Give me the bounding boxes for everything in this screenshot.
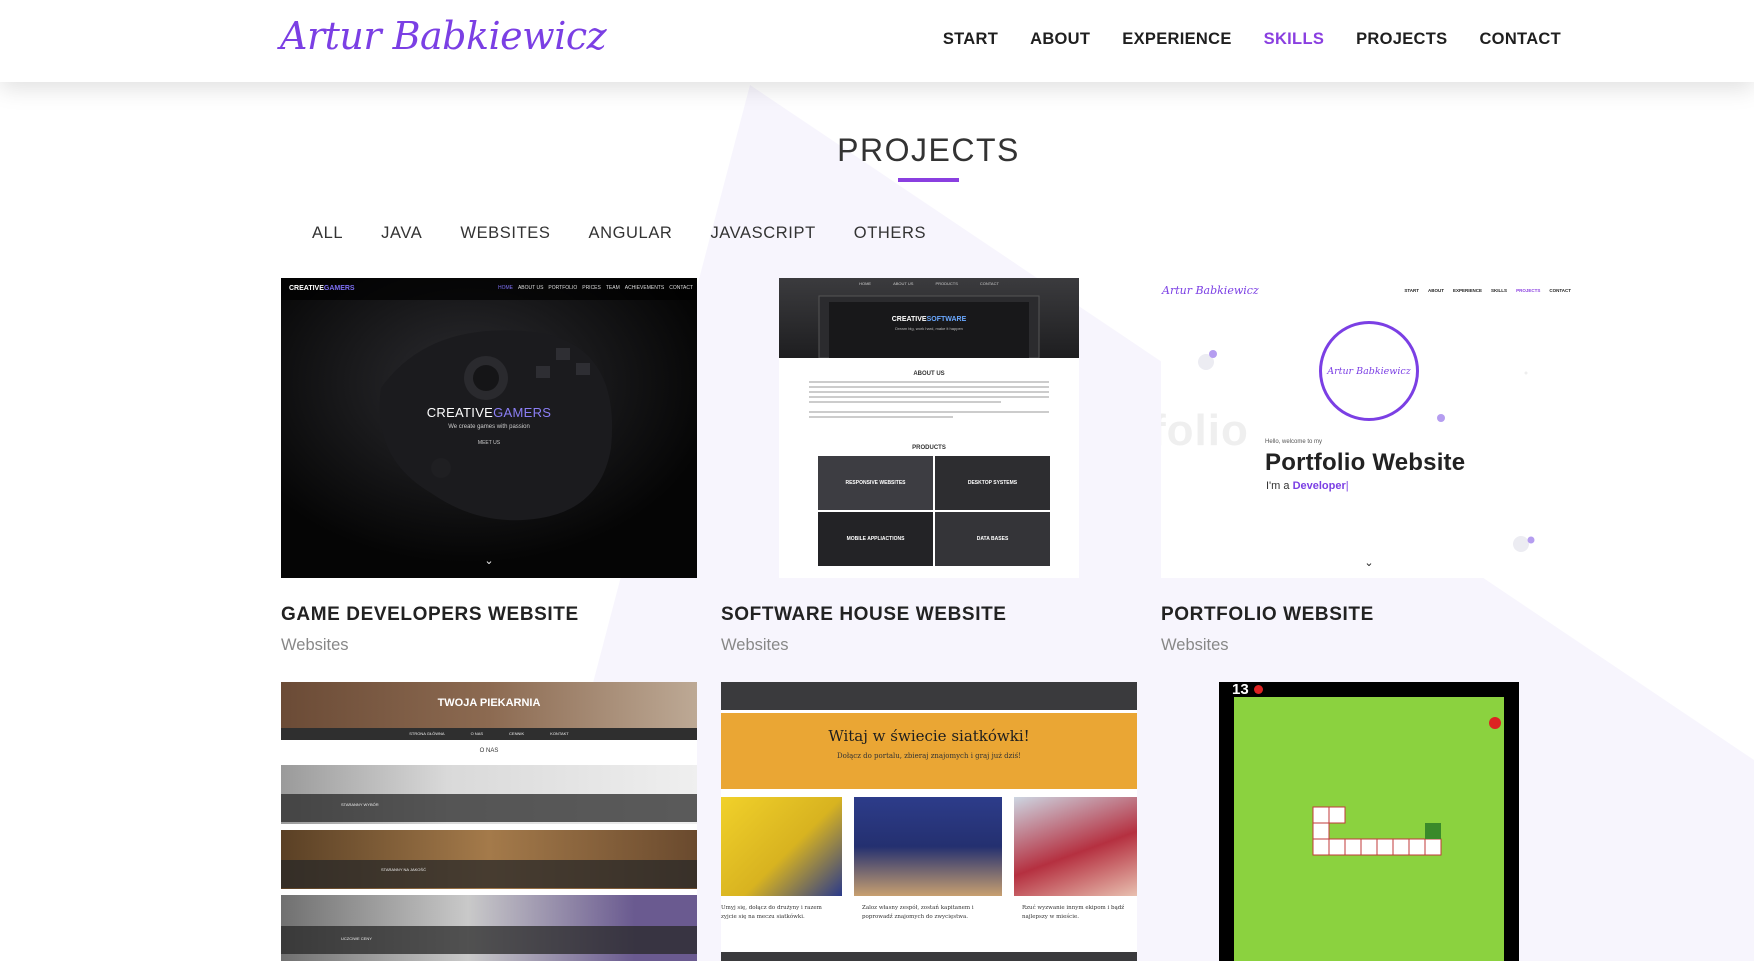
project-thumbnail-snake-game[interactable]: 13 — [1219, 682, 1519, 961]
preview-brand: CREATIVEGAMERS — [289, 285, 355, 292]
preview-photo-1 — [721, 797, 842, 896]
main-nav: START ABOUT EXPERIENCE SKILLS PROJECTS C… — [911, 30, 1561, 49]
nav-about[interactable]: ABOUT — [1030, 30, 1090, 49]
nav-skills[interactable]: SKILLS — [1264, 30, 1324, 49]
filter-others[interactable]: OTHERS — [854, 224, 926, 243]
preview-button: MEET US — [477, 440, 501, 446]
preview-row-label: UCZCIWE CENY — [341, 936, 372, 941]
preview-row-label: STARANNY WYBÓR — [341, 802, 379, 807]
chevron-down-icon: ⌄ — [484, 555, 494, 567]
project-title[interactable]: GAME DEVELOPERS WEBSITE — [281, 604, 579, 626]
project-filters: ALL JAVA WEBSITES ANGULAR JAVASCRIPT OTH… — [312, 224, 964, 243]
preview-row-label: STARANNY NA JAKOŚĆ — [381, 867, 426, 872]
preview-caption: Rzuć wyzwanie innym ekipom i bądź najlep… — [1022, 905, 1125, 920]
project-category: Websites — [721, 636, 789, 654]
preview-heading: Witaj w świecie siatkówki! — [828, 727, 1030, 745]
project-category: Websites — [1161, 636, 1229, 654]
snake — [1312, 806, 1442, 856]
nav-experience[interactable]: EXPERIENCE — [1122, 30, 1231, 49]
preview-about-heading: ABOUT US — [913, 371, 945, 377]
section-title: PROJECTS — [837, 132, 1020, 168]
nav-projects[interactable]: PROJECTS — [1356, 30, 1447, 49]
preview-nav: STRONA GŁÓWNA O NAS CENNIK KONTAKT — [409, 731, 569, 736]
chevron-down-icon: ⌄ — [1364, 557, 1374, 569]
preview-title: TWOJA PIEKARNIA — [437, 697, 541, 709]
filter-java[interactable]: JAVA — [381, 224, 422, 243]
preview-photo-3 — [1014, 797, 1137, 896]
preview-nav: HOME ABOUT US PRODUCTS CONTACT — [859, 281, 999, 286]
preview-caption: Zaloz własny zespół, zostań kapitanem i … — [862, 905, 974, 920]
project-thumbnail-software-house[interactable]: HOME ABOUT US PRODUCTS CONTACT CREATIVES… — [779, 278, 1079, 578]
site-logo[interactable]: Artur Babkiewicz — [280, 14, 607, 58]
preview-sub: Dołącz do portalu, zbieraj znajomych i g… — [837, 752, 1021, 760]
preview-about: O NAS — [479, 748, 499, 754]
preview-brand: CREATIVESOFTWARE — [891, 316, 967, 323]
preview-nav: HOME ABOUT US PORTFOLIO PRICES TEAM ACHI… — [497, 285, 693, 291]
project-title[interactable]: PORTFOLIO WEBSITE — [1161, 604, 1374, 626]
project-category: Websites — [281, 636, 349, 654]
decorative-dots — [1198, 350, 1535, 552]
preview-product-tiles: RESPONSIVE WEBSITES DESKTOP SYSTEMS MOBI… — [818, 456, 1050, 566]
title-underline — [898, 178, 959, 182]
project-thumbnail-portfolio[interactable]: Artur Babkiewicz START ABOUT EXPERIENCE … — [1161, 278, 1577, 578]
project-title[interactable]: SOFTWARE HOUSE WEBSITE — [721, 604, 1007, 626]
site-header: Artur Babkiewicz START ABOUT EXPERIENCE … — [0, 0, 1754, 82]
filter-websites[interactable]: WEBSITES — [460, 224, 550, 243]
nav-start[interactable]: START — [943, 30, 998, 49]
filter-angular[interactable]: ANGULAR — [588, 224, 672, 243]
preview-hello: Hello, welcome to my — [1265, 439, 1323, 445]
preview-products-heading: PRODUCTS — [912, 445, 946, 451]
nav-contact[interactable]: CONTACT — [1479, 30, 1561, 49]
preview-tagline: We create games with passion — [448, 424, 530, 430]
preview-role: I'm a Developer| — [1266, 480, 1349, 492]
preview-heading: Portfolio Website — [1265, 449, 1466, 476]
preview-caption: Umyj się, dołącz do drużyny i razem zyjc… — [721, 905, 822, 920]
project-thumbnail-volleyball[interactable]: Witaj w świecie siatkówki! Dołącz do por… — [721, 682, 1137, 961]
project-thumbnail-game-developers[interactable]: CREATIVEGAMERS HOME ABOUT US PORTFOLIO P… — [281, 278, 697, 578]
preview-tagline: Dream big, work hard, make it happen — [895, 326, 963, 331]
filter-all[interactable]: ALL — [312, 224, 343, 243]
preview-photo-2 — [854, 797, 1002, 896]
project-thumbnail-bakery[interactable]: TWOJA PIEKARNIA STRONA GŁÓWNA O NAS CENN… — [281, 682, 697, 961]
preview-hero-title: CREATIVEGAMERS — [426, 405, 552, 420]
preview-text-lines — [809, 381, 1049, 418]
filter-javascript[interactable]: JAVASCRIPT — [710, 224, 815, 243]
